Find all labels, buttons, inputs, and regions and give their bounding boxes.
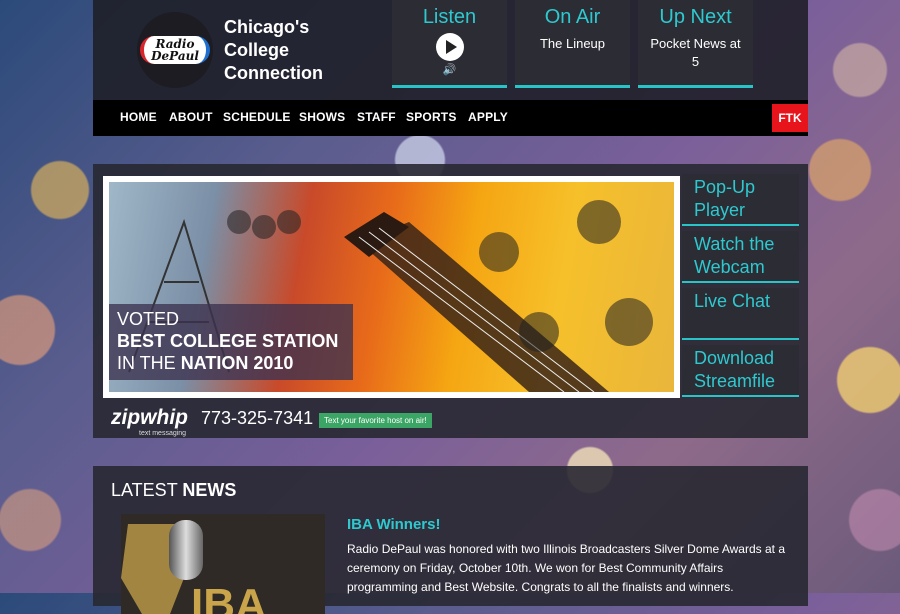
logo-badge: Radio DePaul [137,34,213,66]
ftk-button[interactable]: FTK [772,104,808,132]
news-heading-bold: NEWS [182,480,237,500]
voted-best-caption: VOTED BEST COLLEGE STATION IN THE NATION… [109,304,353,380]
latest-news-section: LATEST NEWS IBA IBA Winners! Radio DePau… [93,466,808,614]
download-streamfile-link[interactable]: Download Streamfile [682,345,799,397]
webcam-line-2: Webcam [694,257,765,277]
listen-title: Listen [422,6,477,28]
voted-line-3: IN THE NATION 2010 [117,352,353,374]
chat-line-1: Live Chat [694,291,771,311]
watch-webcam-link[interactable]: Watch the Webcam [682,231,799,283]
latest-news-heading: LATEST NEWS [111,480,236,501]
text-line-phone: 773-325-7341 [201,408,314,428]
nav-apply[interactable]: APPLY [468,110,508,124]
live-chat-link[interactable]: Live Chat [682,288,799,340]
zipwhip-tagline: text messaging [139,430,187,437]
news-headline[interactable]: IBA Winners! [347,516,440,533]
news-body: Radio DePaul was honored with two Illino… [347,542,785,594]
radio-depaul-logo[interactable]: Radio DePaul [137,12,213,88]
on-air-subtitle[interactable]: The Lineup [515,35,630,53]
on-air-title: On Air [544,6,601,28]
logo-line-2: DePaul [151,49,199,63]
up-next-subtitle: Pocket News at 5 [638,35,753,71]
site-tagline: Chicago's College Connection [224,16,323,85]
mural-image: VOTED BEST COLLEGE STATION IN THE NATION… [109,182,674,392]
up-next-subtitle-line-1: Pocket News at [650,36,741,51]
popup-player-link[interactable]: Pop-Up Player [682,174,799,226]
site-header: Radio DePaul Chicago's College Connectio… [93,0,808,100]
text-host-button[interactable]: Text your favorite host on air! [319,413,432,428]
tagline-line-3: Connection [224,63,323,83]
up-next-tile[interactable]: Up Next Pocket News at 5 [638,0,753,88]
main-nav: HOME ABOUT SCHEDULE SHOWS STAFF SPORTS A… [93,100,808,136]
zipwhip-strip: zipwhip text messaging 773-325-7341 Text… [111,406,432,437]
hero-banner[interactable]: VOTED BEST COLLEGE STATION IN THE NATION… [103,176,680,398]
download-line-2: Streamfile [694,371,776,391]
feature-panel: VOTED BEST COLLEGE STATION IN THE NATION… [93,164,808,438]
popup-line-2: Player [694,200,746,220]
voted-line-1: VOTED [117,309,180,329]
listen-tile: Listen 🔊 [392,0,507,88]
zipwhip-logo: zipwhip [111,406,188,429]
webcam-line-1: Watch the [694,234,775,254]
nav-staff[interactable]: STAFF [357,110,396,124]
nav-sports[interactable]: SPORTS [406,110,457,124]
nav-home[interactable]: HOME [120,110,157,124]
voted-line-3-bold: NATION 2010 [180,353,294,373]
tagline-line-2: College [224,40,290,60]
voted-line-2: BEST COLLEGE STATION [117,331,339,351]
news-heading-prefix: LATEST [111,480,183,500]
voted-line-3-prefix: IN THE [117,353,181,373]
up-next-subtitle-line-2: 5 [691,54,700,69]
play-icon[interactable] [435,33,464,61]
tagline-line-1: Chicago's [224,17,310,37]
nav-about[interactable]: ABOUT [169,110,213,124]
volume-icon[interactable]: 🔊 [392,63,507,76]
iba-image-text: IBA [191,580,267,614]
nav-schedule[interactable]: SCHEDULE [223,110,291,124]
on-air-tile[interactable]: On Air The Lineup [515,0,630,88]
microphone-icon [169,520,203,580]
up-next-title: Up Next [659,6,732,28]
iba-news-image[interactable]: IBA [121,514,325,614]
popup-line-1: Pop-Up [694,177,756,197]
download-line-1: Download [694,348,775,368]
nav-shows[interactable]: SHOWS [299,110,345,124]
